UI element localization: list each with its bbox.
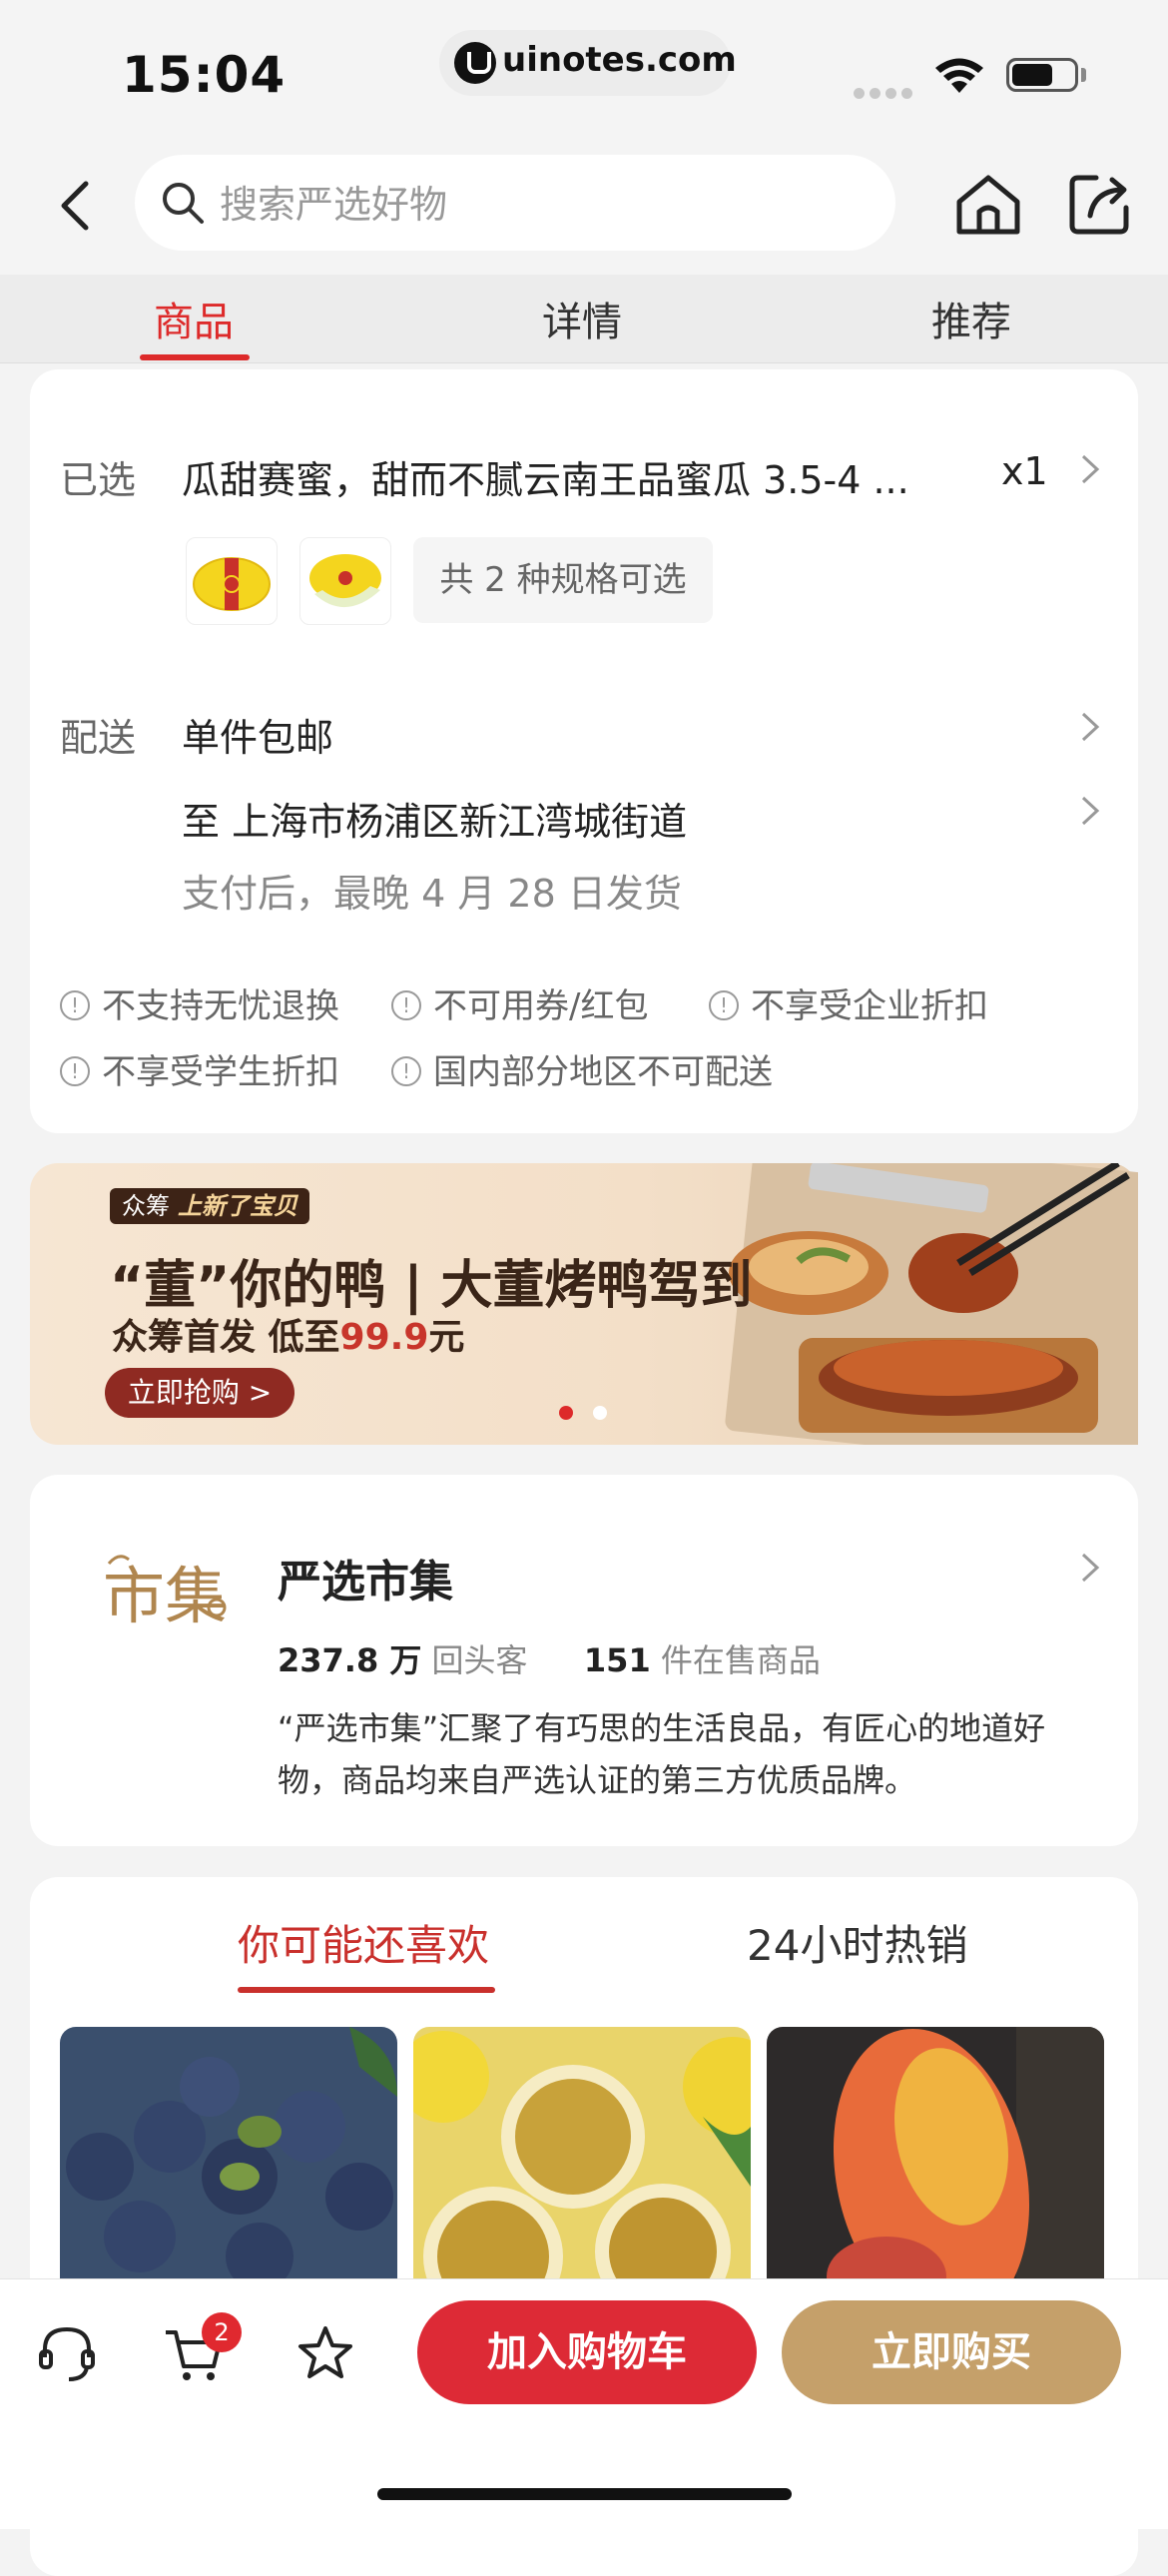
search-input[interactable]: 搜索严选好物 (220, 174, 447, 229)
spec-thumbnail[interactable] (186, 537, 278, 625)
product-image-blueberries[interactable] (60, 2027, 397, 2286)
store-stats: 237.8 万 回头客 151 件在售商品 (278, 1635, 821, 1681)
carousel-dot-active[interactable] (559, 1406, 573, 1420)
spec-thumbnail[interactable] (299, 537, 391, 625)
info-icon: ! (391, 989, 421, 1020)
notice-item: ! 不享受企业折扣 (709, 978, 988, 1027)
tab-goods[interactable]: 商品 (154, 290, 234, 347)
selected-label: 已选 (60, 458, 137, 502)
notice-item: ! 不支持无忧退换 (60, 978, 339, 1027)
info-icon: ! (709, 989, 739, 1020)
notice-item: ! 不享受学生折扣 (60, 1044, 339, 1093)
store-description: “严选市集”汇聚了有巧思的生活良品，有匠心的地道好物，商品均来自严选认证的第三方… (278, 1709, 1046, 1799)
chevron-right-icon[interactable] (1078, 1550, 1102, 1586)
signal-icon (854, 84, 917, 103)
banner-tag: 众筹 上新了宝贝 (110, 1188, 309, 1224)
buy-now-button[interactable]: 立即购买 (782, 2300, 1121, 2404)
active-tab-indicator (140, 354, 250, 360)
wifi-icon (935, 58, 983, 93)
products-value: 151 (583, 1641, 651, 1679)
tab-you-may-like[interactable]: 你可能还喜欢 (238, 1912, 489, 1973)
url-text: uinotes.com (502, 40, 737, 80)
selected-qty: x1 (1001, 449, 1048, 493)
roast-duck-illustration (725, 1163, 1138, 1445)
product-image-mango[interactable] (767, 2027, 1104, 2286)
star-icon[interactable] (295, 2323, 355, 2383)
notice-item: ! 不可用券/红包 (391, 978, 648, 1027)
back-icon[interactable] (50, 176, 100, 236)
repeat-customers-label: 回头客 (431, 1641, 528, 1679)
tab-recommend[interactable]: 推荐 (931, 290, 1011, 347)
banner-buy-button[interactable]: 立即抢购 > (105, 1368, 294, 1418)
banner-subtitle: 众筹首发 低至99.9元 (112, 1317, 465, 1358)
add-to-cart-button[interactable]: 加入购物车 (417, 2300, 757, 2404)
delivery-label: 配送 (60, 716, 137, 760)
status-time: 15:04 (122, 46, 287, 104)
carousel-dot[interactable] (593, 1406, 607, 1420)
banner-title: “董”你的鸭 | 大董烤鸭驾到 (110, 1256, 753, 1316)
spec-count-badge[interactable]: 共 2 种规格可选 (413, 537, 713, 623)
info-icon: ! (60, 989, 90, 1020)
product-image-passion-fruit[interactable] (413, 2027, 751, 2286)
tab-24h-hot[interactable]: 24小时热销 (747, 1912, 967, 1973)
svg-text:市集: 市集 (103, 1560, 227, 1632)
info-icon: ! (60, 1055, 90, 1086)
cart-count-badge: 2 (202, 2312, 242, 2352)
active-tab-indicator (238, 1987, 495, 1993)
products-label: 件在售商品 (660, 1641, 821, 1679)
search-icon (163, 183, 204, 224)
chevron-right-icon[interactable] (1078, 451, 1102, 487)
store-logo: 市集 (103, 1555, 227, 1632)
selected-spec[interactable]: 瓜甜赛蜜，甜而不腻云南王品蜜瓜 3.5-4 ... (182, 449, 990, 504)
battery-tip (1081, 68, 1086, 82)
site-logo-icon (454, 42, 496, 84)
tab-detail[interactable]: 详情 (542, 290, 622, 347)
chevron-right-icon[interactable] (1078, 793, 1102, 829)
store-name: 严选市集 (278, 1557, 453, 1608)
customer-service-icon[interactable] (35, 2321, 99, 2385)
home-indicator (377, 2488, 792, 2500)
notice-item: ! 国内部分地区不可配送 (391, 1044, 773, 1093)
delivery-eta: 支付后，最晚 4 月 28 日发货 (182, 872, 682, 916)
chevron-right-icon[interactable] (1078, 709, 1102, 745)
battery-level (1012, 64, 1052, 86)
shipping-info[interactable]: 单件包邮 (182, 707, 333, 762)
info-icon: ! (391, 1055, 421, 1086)
repeat-customers-value: 237.8 万 (278, 1641, 422, 1679)
share-icon[interactable] (1066, 172, 1132, 238)
home-icon[interactable] (953, 172, 1023, 238)
delivery-address[interactable]: 至 上海市杨浦区新江湾城街道 (182, 791, 687, 846)
